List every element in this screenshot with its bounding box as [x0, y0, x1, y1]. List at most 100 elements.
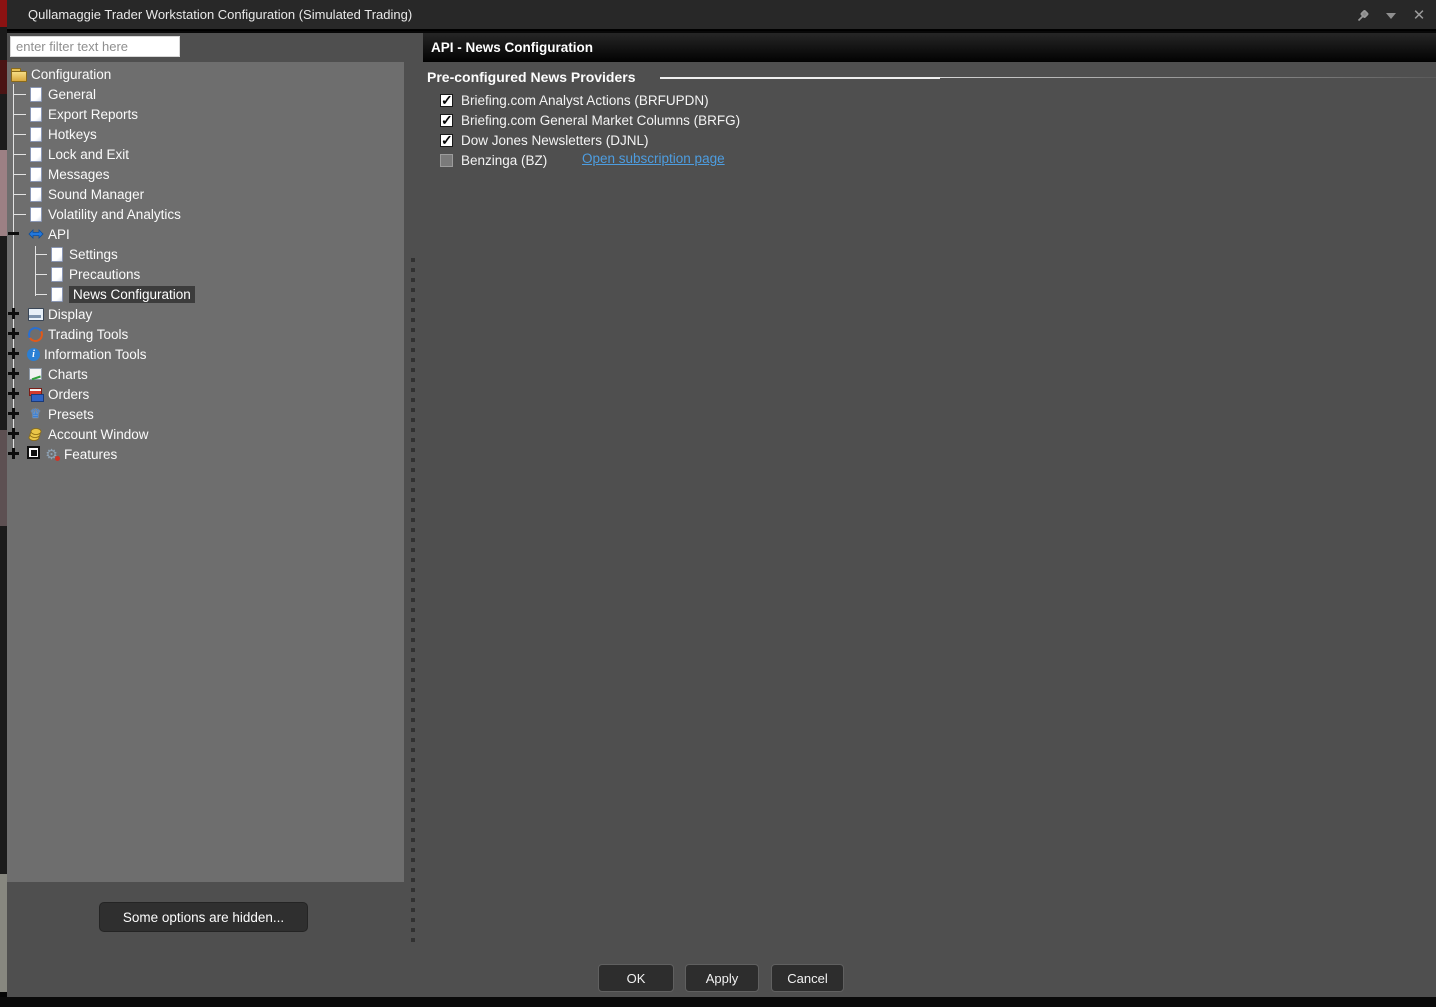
- provider-label: Briefing.com Analyst Actions (BRFUPDN): [461, 93, 709, 108]
- tree-connector-line: [36, 254, 47, 255]
- info-icon: i: [27, 348, 44, 361]
- tree-item-lock-and-exit[interactable]: Lock and Exit: [7, 144, 404, 164]
- close-icon[interactable]: ✕: [1410, 7, 1428, 25]
- account-icon: [27, 426, 48, 442]
- expand-icon[interactable]: [8, 428, 19, 439]
- provider-checkbox[interactable]: [440, 154, 453, 167]
- tree-item-label[interactable]: Sound Manager: [48, 187, 144, 202]
- tree-item-label[interactable]: Information Tools: [44, 347, 147, 362]
- tree-connector-line: [14, 94, 26, 95]
- tree-item-general[interactable]: General: [7, 84, 404, 104]
- tree-item-label[interactable]: Lock and Exit: [48, 147, 129, 162]
- tree-connector-line: [14, 154, 26, 155]
- tree-connector-line: [14, 214, 26, 215]
- page-icon: [27, 186, 48, 202]
- expand-icon[interactable]: [8, 388, 19, 399]
- tree-item-api[interactable]: API: [7, 224, 404, 244]
- panel-splitter[interactable]: [411, 258, 415, 942]
- tree-item-sound-manager[interactable]: Sound Manager: [7, 184, 404, 204]
- pin-icon[interactable]: [1354, 7, 1372, 25]
- provider-label: Benzinga (BZ): [461, 153, 547, 168]
- tree-connector-line: [36, 274, 47, 275]
- tree-item-label[interactable]: Charts: [48, 367, 88, 382]
- tree-item-label[interactable]: News Configuration: [69, 286, 195, 303]
- tree-item-label[interactable]: Precautions: [69, 267, 140, 282]
- features-icon: ⚙: [27, 446, 64, 462]
- ok-button[interactable]: OK: [598, 964, 674, 992]
- tree-item-label[interactable]: Volatility and Analytics: [48, 207, 181, 222]
- window-title: Qullamaggie Trader Workstation Configura…: [28, 7, 412, 22]
- window-edge-strip: [0, 0, 7, 1007]
- tree-item-display[interactable]: Display: [7, 304, 404, 324]
- edge-segment: [0, 430, 7, 526]
- trading-tools-icon: [27, 326, 48, 342]
- filter-input[interactable]: [10, 36, 180, 57]
- cancel-button[interactable]: Cancel: [771, 964, 844, 992]
- apply-button[interactable]: Apply: [685, 964, 759, 992]
- tree-item-label[interactable]: Display: [48, 307, 92, 322]
- tree-item-label[interactable]: Presets: [48, 407, 94, 422]
- page-icon: [27, 106, 48, 122]
- tree-item-label[interactable]: Trading Tools: [48, 327, 128, 342]
- tree-item-label[interactable]: API: [48, 227, 70, 242]
- tree-item-label[interactable]: Export Reports: [48, 107, 138, 122]
- provider-row-briefing-com-general-market-columns-brfg: Briefing.com General Market Columns (BRF…: [440, 110, 740, 130]
- tree-item-label[interactable]: Orders: [48, 387, 89, 402]
- title-bar: Qullamaggie Trader Workstation Configura…: [7, 0, 1436, 31]
- open-subscription-link[interactable]: Open subscription page: [582, 151, 725, 166]
- tree-item-messages[interactable]: Messages: [7, 164, 404, 184]
- tree-item-precautions[interactable]: Precautions: [7, 264, 404, 284]
- configuration-tree: Configuration General Export Reports Hotkey…: [7, 62, 404, 882]
- tree-item-charts[interactable]: Charts: [7, 364, 404, 384]
- tree-item-volatility-and-analytics[interactable]: Volatility and Analytics: [7, 204, 404, 224]
- page-icon: [27, 126, 48, 142]
- expand-icon[interactable]: [8, 328, 19, 339]
- tree-item-hotkeys[interactable]: Hotkeys: [7, 124, 404, 144]
- tree-item-label[interactable]: General: [48, 87, 96, 102]
- expand-icon[interactable]: [8, 448, 19, 459]
- page-icon: [27, 86, 48, 102]
- page-icon: [27, 146, 48, 162]
- dropdown-arrow-icon[interactable]: [1382, 7, 1400, 25]
- collapse-icon[interactable]: [8, 228, 19, 239]
- provider-row-dow-jones-newsletters-djnl: Dow Jones Newsletters (DJNL): [440, 130, 649, 150]
- provider-row-benzinga-bz: Benzinga (BZ): [440, 150, 547, 170]
- tree-item-presets[interactable]: ♛Presets: [7, 404, 404, 424]
- tree-item-news-configuration[interactable]: News Configuration: [7, 284, 404, 304]
- provider-checkbox[interactable]: [440, 114, 453, 127]
- tree-item-trading-tools[interactable]: Trading Tools: [7, 324, 404, 344]
- section-rule: [660, 77, 940, 79]
- presets-icon: ♛: [27, 406, 48, 422]
- expand-icon[interactable]: [8, 368, 19, 379]
- tree-connector-line: [14, 194, 26, 195]
- tree-item-account-window[interactable]: Account Window: [7, 424, 404, 444]
- provider-checkbox[interactable]: [440, 94, 453, 107]
- section-title: Pre-configured News Providers: [427, 69, 636, 85]
- expand-icon[interactable]: [8, 308, 19, 319]
- tree-item-label[interactable]: Account Window: [48, 427, 149, 442]
- section-rule: [940, 77, 1436, 78]
- hidden-options-button[interactable]: Some options are hidden...: [99, 902, 308, 932]
- tree-item-settings[interactable]: Settings: [7, 244, 404, 264]
- tree-item-export-reports[interactable]: Export Reports: [7, 104, 404, 124]
- tree-item-features[interactable]: ⚙Features: [7, 444, 404, 464]
- page-icon: [48, 286, 69, 302]
- provider-checkbox[interactable]: [440, 134, 453, 147]
- edge-segment: [0, 0, 7, 27]
- tree-item-configuration[interactable]: Configuration: [7, 64, 404, 84]
- tree-item-label[interactable]: Messages: [48, 167, 110, 182]
- folder-icon: [10, 66, 31, 82]
- expand-icon[interactable]: [8, 348, 19, 359]
- tree-item-label[interactable]: Settings: [69, 247, 118, 262]
- page-icon: [27, 206, 48, 222]
- tree-connector-line: [14, 134, 26, 135]
- page-icon: [48, 246, 69, 262]
- edge-segment: [0, 60, 7, 94]
- tree-item-orders[interactable]: Orders: [7, 384, 404, 404]
- tree-item-label[interactable]: Features: [64, 447, 117, 462]
- tree-item-label[interactable]: Configuration: [31, 67, 111, 82]
- tree-item-information-tools[interactable]: iInformation Tools: [7, 344, 404, 364]
- expand-icon[interactable]: [8, 408, 19, 419]
- edge-segment: [0, 150, 7, 236]
- tree-item-label[interactable]: Hotkeys: [48, 127, 97, 142]
